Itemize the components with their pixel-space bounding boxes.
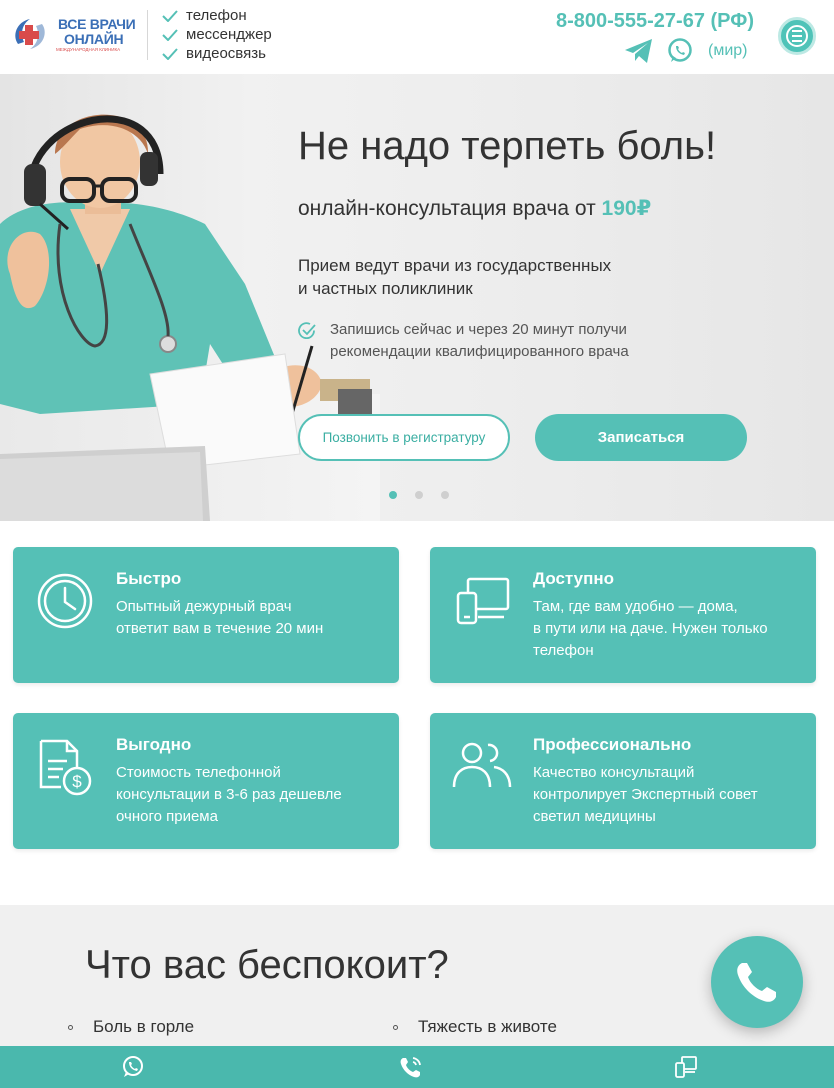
card-text-line: Там, где вам удобно — дома, (533, 598, 738, 615)
call-fab-button[interactable] (711, 936, 803, 1028)
hero-subtitle-text: онлайн-консультация врача от (298, 197, 602, 220)
feature-card-profitable: $ Выгодно Стоимость телефонной консульта… (13, 713, 399, 849)
card-text-line: Качество консультаций (533, 764, 695, 781)
phone-link[interactable]: 8-800-555-27-67 (РФ) (556, 10, 754, 33)
phone-call-icon[interactable] (399, 1055, 423, 1079)
slider-dots (389, 491, 449, 499)
logo-text-line2: ОНЛАЙН (64, 31, 124, 47)
card-title: Быстро (116, 569, 182, 588)
signup-button[interactable]: Записаться (535, 414, 747, 461)
hero-paragraph: Прием ведут врачи из государственных и ч… (298, 254, 678, 300)
card-text: Там, где вам удобно — дома, в пути или н… (533, 596, 813, 662)
card-text-line: в пути или на даче. Нужен только (533, 620, 768, 637)
bottom-contact-bar (0, 1046, 834, 1088)
card-text-line: контролирует Экспертный совет (533, 786, 758, 803)
slider-dot-3[interactable] (441, 491, 449, 499)
card-text-line: консультации в 3-6 раз дешевле (116, 786, 342, 803)
symptom-label: Боль в горле (93, 1017, 195, 1036)
card-title: Доступно (533, 569, 615, 588)
section-title: Что вас беспокоит? (85, 943, 449, 987)
checkmark-icon (162, 9, 178, 22)
logo-tagline: МЕЖДУНАРОДНАЯ КЛИНИКА (56, 47, 121, 52)
checkmark-icon (162, 28, 178, 41)
card-text-line: телефон (533, 642, 594, 659)
clock-icon (37, 573, 93, 629)
card-text-line: светил медицины (533, 808, 656, 825)
feature-item: видеосвязь (162, 44, 272, 63)
world-label: (мир) (708, 42, 748, 59)
symptom-link[interactable]: Тяжесть в животе (393, 1017, 557, 1037)
card-text: Качество консультаций контролирует Экспе… (533, 762, 813, 828)
slider-dot-2[interactable] (415, 491, 423, 499)
check-circle-icon (298, 322, 316, 339)
site-logo[interactable]: ВСЕ ВРАЧИ ОНЛАЙН МЕЖДУНАРОДНАЯ КЛИНИКА (10, 12, 142, 58)
card-text-line: Стоимость телефонной (116, 764, 281, 781)
hero-banner: Не надо терпеть боль! онлайн-консультаци… (0, 74, 834, 521)
hero-paragraph-line: Прием ведут врачи из государственных (298, 256, 612, 275)
whatsapp-icon[interactable] (667, 38, 693, 64)
feature-label: мессенджер (186, 26, 272, 43)
feature-label: видеосвязь (186, 45, 266, 62)
bullet-icon (393, 1024, 398, 1030)
card-title: Профессионально (533, 735, 692, 754)
mobile-devices-icon[interactable] (674, 1055, 698, 1079)
menu-icon (786, 25, 808, 47)
feature-item: мессенджер (162, 25, 272, 44)
feature-card-professional: Профессионально Качество консультаций ко… (430, 713, 816, 849)
card-text: Стоимость телефонной консультации в 3-6 … (116, 762, 396, 828)
feature-card-accessible: Доступно Там, где вам удобно — дома, в п… (430, 547, 816, 683)
hero-check-line: рекомендации квалифицированного врача (330, 343, 629, 360)
logo-emblem-icon (15, 19, 45, 49)
feature-label: телефон (186, 7, 247, 24)
whatsapp-icon[interactable] (121, 1055, 145, 1079)
call-registry-button[interactable]: Позвонить в регистратуру (298, 414, 510, 461)
card-text-line: ответит вам в течение 20 мин (116, 620, 324, 637)
symptom-label: Тяжесть в животе (418, 1017, 557, 1036)
symptom-link[interactable]: Боль в горле (68, 1017, 194, 1037)
feature-card-fast: Быстро Опытный дежурный врач ответит вам… (13, 547, 399, 683)
header-divider (147, 10, 148, 60)
users-icon (452, 742, 512, 788)
card-title: Выгодно (116, 735, 192, 754)
menu-button[interactable] (778, 17, 816, 55)
feature-item: телефон (162, 6, 272, 25)
header-features-list: телефон мессенджер видеосвязь (162, 6, 272, 63)
hero-paragraph-line: и частных поликлиник (298, 279, 473, 298)
slider-dot-1[interactable] (389, 491, 397, 499)
hero-check-line: Запишись сейчас и через 20 минут получи (330, 321, 627, 338)
devices-icon (456, 577, 510, 625)
hero-subtitle: онлайн-консультация врача от 190₽ (298, 196, 651, 221)
hero-check-note: Запишись сейчас и через 20 минут получи … (298, 319, 629, 363)
checkmark-icon (162, 47, 178, 60)
bullet-icon (68, 1024, 73, 1030)
hero-price: 190₽ (601, 197, 652, 220)
card-text: Опытный дежурный врач ответит вам в тече… (116, 596, 396, 640)
svg-text:$: $ (72, 772, 82, 791)
logo-text-line1: ВСЕ ВРАЧИ (58, 16, 136, 32)
hero-title: Не надо терпеть боль! (298, 124, 717, 168)
card-text-line: очного приема (116, 808, 218, 825)
site-header: ВСЕ ВРАЧИ ОНЛАЙН МЕЖДУНАРОДНАЯ КЛИНИКА т… (0, 0, 834, 74)
card-text-line: Опытный дежурный врач (116, 598, 292, 615)
phone-icon (737, 963, 776, 1002)
document-money-icon: $ (39, 739, 92, 796)
telegram-icon[interactable] (624, 38, 654, 64)
